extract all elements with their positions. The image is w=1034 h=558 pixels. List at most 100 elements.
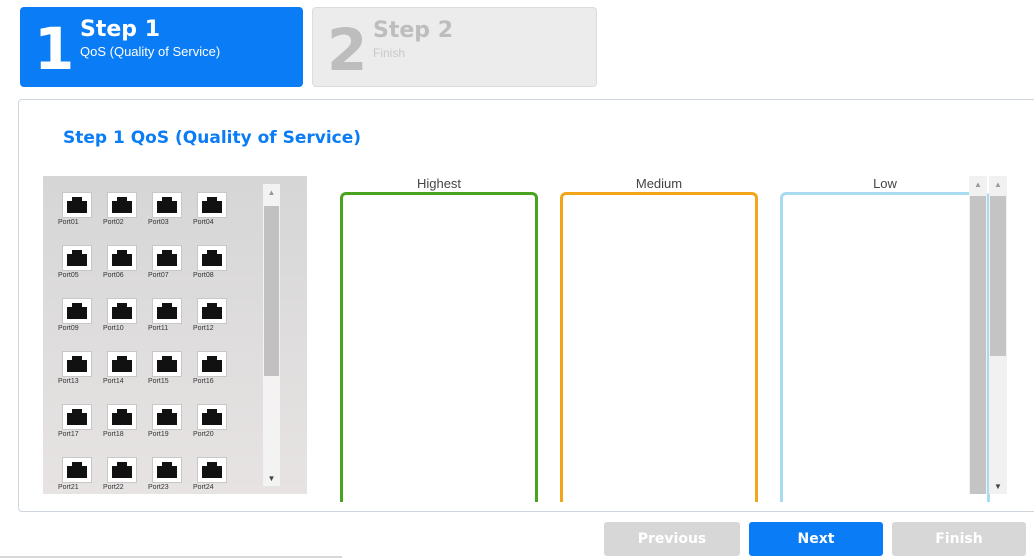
- scrollbar-thumb[interactable]: [990, 196, 1006, 356]
- port-label: Port18: [103, 431, 124, 438]
- ethernet-port-icon: [107, 192, 137, 218]
- queue-low[interactable]: [780, 192, 990, 502]
- ethernet-port-icon: [152, 404, 182, 430]
- scrollbar-thumb[interactable]: [264, 206, 279, 376]
- ethernet-port-icon: [107, 298, 137, 324]
- scroll-up-icon[interactable]: ▲: [989, 178, 1007, 192]
- port-label: Port10: [103, 325, 124, 332]
- step-1-tab[interactable]: 1 Step 1 QoS (Quality of Service): [20, 7, 303, 87]
- queue-label-highest: Highest: [416, 176, 462, 191]
- scroll-up-icon[interactable]: ▲: [969, 178, 987, 192]
- ethernet-port-icon: [62, 245, 92, 271]
- port-item[interactable]: Port19: [148, 402, 191, 453]
- ethernet-port-icon: [197, 351, 227, 377]
- port-item[interactable]: Port07: [148, 243, 191, 294]
- step-2-tab[interactable]: 2 Step 2 Finish: [312, 7, 597, 87]
- port-item[interactable]: Port16: [193, 349, 236, 400]
- step-title: Step 2: [373, 18, 453, 43]
- port-item[interactable]: Port10: [103, 296, 146, 347]
- ethernet-port-icon: [152, 245, 182, 271]
- port-label: Port03: [148, 219, 169, 226]
- port-label: Port23: [148, 484, 169, 491]
- ethernet-port-icon: [107, 404, 137, 430]
- scroll-down-icon[interactable]: ▼: [989, 480, 1007, 494]
- port-label: Port12: [193, 325, 214, 332]
- step-title: Step 1: [80, 17, 160, 42]
- port-label: Port04: [193, 219, 214, 226]
- port-label: Port15: [148, 378, 169, 385]
- port-item[interactable]: Port02: [103, 190, 146, 241]
- scrollbar-thumb[interactable]: [970, 196, 986, 494]
- port-item[interactable]: Port23: [148, 455, 191, 494]
- port-item[interactable]: Port11: [148, 296, 191, 347]
- port-label: Port01: [58, 219, 79, 226]
- ethernet-port-icon: [107, 351, 137, 377]
- scroll-down-icon[interactable]: ▼: [263, 472, 280, 486]
- queue-low-scrollbar[interactable]: ▲: [969, 176, 987, 494]
- port-item[interactable]: Port24: [193, 455, 236, 494]
- port-label: Port11: [148, 325, 169, 332]
- port-item[interactable]: Port21: [58, 455, 101, 494]
- ethernet-port-icon: [152, 351, 182, 377]
- port-item[interactable]: Port22: [103, 455, 146, 494]
- port-label: Port24: [193, 484, 214, 491]
- port-item[interactable]: Port20: [193, 402, 236, 453]
- port-item[interactable]: Port09: [58, 296, 101, 347]
- port-item[interactable]: Port06: [103, 243, 146, 294]
- port-item[interactable]: Port08: [193, 243, 236, 294]
- step-number: 1: [34, 15, 75, 83]
- port-grid: Port01 Port02 Port03 Port04 Port05 Port06 Port…: [58, 190, 248, 494]
- ethernet-port-icon: [197, 404, 227, 430]
- port-label: Port14: [103, 378, 124, 385]
- port-item[interactable]: Port04: [193, 190, 236, 241]
- port-label: Port20: [193, 431, 214, 438]
- port-item[interactable]: Port14: [103, 349, 146, 400]
- ethernet-port-icon: [197, 245, 227, 271]
- ethernet-port-icon: [197, 457, 227, 483]
- step-subtitle: Finish: [373, 46, 406, 60]
- port-list-scrollbar[interactable]: ▲ ▼: [263, 184, 280, 486]
- port-label: Port22: [103, 484, 124, 491]
- ethernet-port-icon: [62, 404, 92, 430]
- port-item[interactable]: Port17: [58, 402, 101, 453]
- port-item[interactable]: Port13: [58, 349, 101, 400]
- ethernet-port-icon: [62, 351, 92, 377]
- ethernet-port-icon: [197, 298, 227, 324]
- queue-panel-scrollbar[interactable]: ▲ ▼: [989, 176, 1007, 494]
- port-label: Port06: [103, 272, 124, 279]
- ethernet-port-icon: [62, 298, 92, 324]
- port-item[interactable]: Port12: [193, 296, 236, 347]
- qos-panel: Step 1 QoS (Quality of Service) Port01 Po…: [18, 99, 1034, 512]
- port-item[interactable]: Port15: [148, 349, 191, 400]
- port-item[interactable]: Port03: [148, 190, 191, 241]
- scroll-up-icon[interactable]: ▲: [263, 186, 280, 200]
- port-label: Port16: [193, 378, 214, 385]
- ethernet-port-icon: [107, 245, 137, 271]
- port-item[interactable]: Port18: [103, 402, 146, 453]
- port-item[interactable]: Port05: [58, 243, 101, 294]
- qos-wizard: 1 Step 1 QoS (Quality of Service) 2 Step…: [0, 0, 1034, 558]
- ethernet-port-icon: [152, 457, 182, 483]
- panel-title: Step 1 QoS (Quality of Service): [63, 128, 362, 148]
- port-label: Port02: [103, 219, 124, 226]
- port-label: Port09: [58, 325, 79, 332]
- step-number: 2: [327, 16, 368, 84]
- step-subtitle: QoS (Quality of Service): [80, 44, 221, 59]
- ethernet-port-icon: [107, 457, 137, 483]
- ethernet-port-icon: [152, 298, 182, 324]
- port-label: Port05: [58, 272, 79, 279]
- queue-highest[interactable]: [340, 192, 538, 502]
- next-button[interactable]: Next: [749, 522, 883, 556]
- port-label: Port08: [193, 272, 214, 279]
- ethernet-port-icon: [62, 457, 92, 483]
- ethernet-port-icon: [62, 192, 92, 218]
- port-label: Port21: [58, 484, 79, 491]
- port-label: Port13: [58, 378, 79, 385]
- ethernet-port-icon: [197, 192, 227, 218]
- port-label: Port17: [58, 431, 79, 438]
- finish-button[interactable]: Finish: [892, 522, 1026, 556]
- queue-label-low: Low: [873, 176, 897, 191]
- port-item[interactable]: Port01: [58, 190, 101, 241]
- queue-medium[interactable]: [560, 192, 758, 502]
- previous-button[interactable]: Previous: [604, 522, 740, 556]
